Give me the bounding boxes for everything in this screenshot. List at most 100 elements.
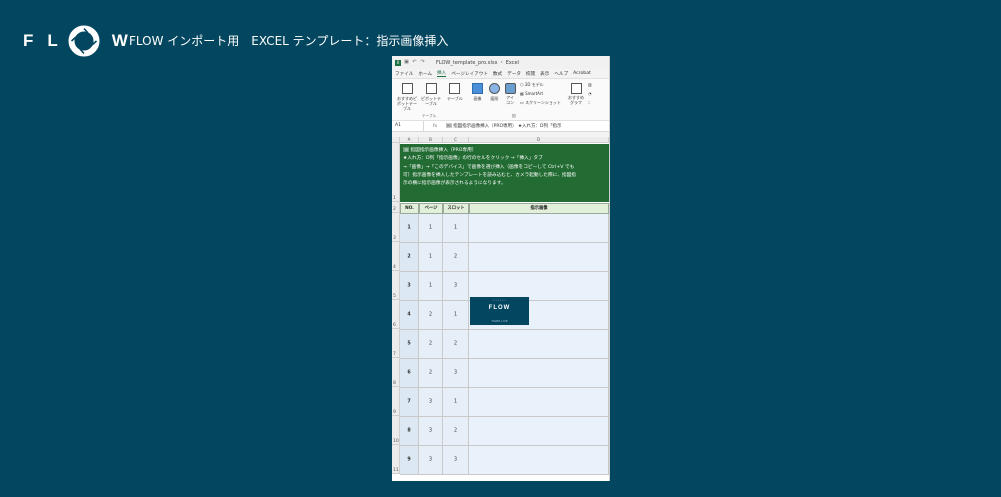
header-instruction-image[interactable]: 指示画像	[469, 203, 609, 214]
cell-instruction-image[interactable]	[469, 359, 609, 388]
header-no[interactable]: NO.	[400, 203, 419, 214]
tab-help[interactable]: ヘルプ	[554, 71, 568, 77]
cell-no[interactable]: 9	[400, 446, 419, 475]
shape-label: 図形	[490, 96, 499, 101]
screenshot-button[interactable]: ▭ スクリーンショット	[520, 100, 561, 106]
save-icon[interactable]: ▣	[404, 60, 409, 65]
cell-page[interactable]: 3	[419, 446, 443, 475]
cell-slot[interactable]: 1	[443, 301, 469, 330]
cell-page[interactable]: 3	[419, 388, 443, 417]
cell-instruction-image[interactable]	[469, 388, 609, 417]
cell-slot[interactable]: 1	[443, 388, 469, 417]
row-header-2[interactable]: 2	[392, 202, 400, 213]
row-header-10[interactable]: 10	[392, 416, 400, 445]
table-button[interactable]: テーブル	[447, 83, 463, 102]
row-number: 6	[393, 323, 396, 328]
row-header-8[interactable]: 8	[392, 358, 400, 387]
cell-instruction-image[interactable]	[469, 214, 609, 243]
row-header-5[interactable]: 5	[392, 271, 400, 300]
cell-page[interactable]: 1	[419, 243, 443, 272]
column-header-c[interactable]: C	[443, 137, 469, 143]
cell-value: 1	[407, 225, 411, 231]
model3d-button[interactable]: ⬡ 3D モデル	[520, 82, 544, 88]
cell-page[interactable]: 2	[419, 359, 443, 388]
cell-page[interactable]: 3	[419, 417, 443, 446]
tab-file[interactable]: ファイル	[395, 71, 413, 77]
icon-button[interactable]: アイコン	[505, 83, 516, 105]
row-header-6[interactable]: 6	[392, 300, 400, 329]
instruction-banner: 🖼 指図指示画像挿入（PRO専用） ★入れ方：D列「指示画像」の行のセルをクリッ…	[400, 144, 609, 202]
row-header-3[interactable]: 3	[392, 213, 400, 242]
cell-no[interactable]: 2	[400, 243, 419, 272]
cell-page[interactable]: 2	[419, 330, 443, 359]
pivot-icon	[425, 83, 437, 94]
cell-page[interactable]: 2	[419, 301, 443, 330]
cell-no[interactable]: 7	[400, 388, 419, 417]
cell-instruction-image[interactable]	[469, 330, 609, 359]
pivot-table-button[interactable]: ピボットテーブル	[420, 83, 442, 106]
smartart-icon: ▦	[520, 91, 524, 96]
flow-logo-thumbnail[interactable]: • • • • • • FLOW TIGER LIVE	[470, 297, 529, 325]
redo-icon[interactable]: ↷	[420, 60, 425, 65]
pivot-table-label: ピボットテーブル	[421, 96, 441, 106]
cell-no[interactable]: 3	[400, 272, 419, 301]
cell-value: 2	[428, 341, 433, 347]
cell-slot[interactable]: 2	[443, 330, 469, 359]
formula-content[interactable]: 🖼 指図指示画像挿入（PRO専用） ★入れ方：D列「指示	[446, 123, 561, 129]
tab-insert[interactable]: 挿入	[437, 70, 447, 77]
cell-slot[interactable]: 1	[443, 214, 469, 243]
header-slot[interactable]: スロット	[443, 203, 469, 214]
cell-page[interactable]: 1	[419, 214, 443, 243]
recommended-pivot-button[interactable]: おすすめピボットテーブル	[396, 83, 418, 111]
column-header-d[interactable]: D	[469, 137, 609, 143]
shape-button[interactable]: 図形	[489, 83, 500, 102]
cell-instruction-image[interactable]	[469, 446, 609, 475]
column-header-a[interactable]: A	[400, 137, 419, 143]
cell-no[interactable]: 4	[400, 301, 419, 330]
cell-slot[interactable]: 3	[443, 272, 469, 301]
column-header-b[interactable]: B	[419, 137, 443, 143]
brand-letter-l: L	[47, 31, 59, 50]
cell-value: 3	[407, 283, 411, 289]
cell-slot[interactable]: 3	[443, 446, 469, 475]
smartart-button[interactable]: ▦ SmartArt	[520, 91, 543, 96]
cell-instruction-image[interactable]	[469, 417, 609, 446]
tab-home[interactable]: ホーム	[418, 71, 432, 77]
cell-value: 3	[428, 399, 433, 405]
tab-data[interactable]: データ	[507, 71, 521, 77]
row-header-1[interactable]: 1	[392, 143, 400, 202]
cell-slot[interactable]: 2	[443, 243, 469, 272]
banner-line: 可）指示画像を挿入したテンプレートを読み込むと、カメラ起動した際に、指図指	[403, 172, 576, 178]
cell-slot[interactable]: 3	[443, 359, 469, 388]
tab-review[interactable]: 校閲	[526, 71, 535, 77]
bar-chart-icon[interactable]: ▥	[588, 82, 592, 87]
cell-instruction-image[interactable]	[469, 243, 609, 272]
cell-no[interactable]: 8	[400, 417, 419, 446]
cell-no[interactable]: 6	[400, 359, 419, 388]
cell-no[interactable]: 5	[400, 330, 419, 359]
recommended-graph-button[interactable]: おすすめグラフ	[568, 83, 584, 105]
row-header-11[interactable]: 11	[392, 445, 400, 474]
tab-formulas[interactable]: 数式	[493, 71, 502, 77]
header-page[interactable]: ページ	[419, 203, 443, 214]
cell-slot[interactable]: 2	[443, 417, 469, 446]
scatter-chart-icon[interactable]: ∷	[588, 100, 591, 105]
screenshot-icon: ▭	[520, 100, 524, 105]
undo-icon[interactable]: ↶	[412, 60, 417, 65]
row-header-4[interactable]: 4	[392, 242, 400, 271]
pie-chart-icon[interactable]: ◔	[588, 91, 592, 96]
tab-view[interactable]: 表示	[540, 71, 549, 77]
name-box[interactable]: A1	[392, 121, 424, 131]
row-header-7[interactable]: 7	[392, 329, 400, 358]
cell-value: 2	[428, 370, 433, 376]
excel-window: X ▣ ↶ ↷ FLOW_template_pro.xlsx ・ Excel フ…	[392, 56, 610, 481]
image-button[interactable]: 画像	[472, 83, 483, 102]
row-number: 9	[393, 410, 396, 415]
row-number: 7	[393, 352, 396, 357]
tab-acrobat[interactable]: Acrobat	[573, 71, 591, 76]
cell-no[interactable]: 1	[400, 214, 419, 243]
cell-page[interactable]: 1	[419, 272, 443, 301]
row-header-9[interactable]: 9	[392, 387, 400, 416]
fx-icon[interactable]: fx	[424, 124, 446, 129]
tab-page-layout[interactable]: ページレイアウト	[451, 71, 488, 77]
